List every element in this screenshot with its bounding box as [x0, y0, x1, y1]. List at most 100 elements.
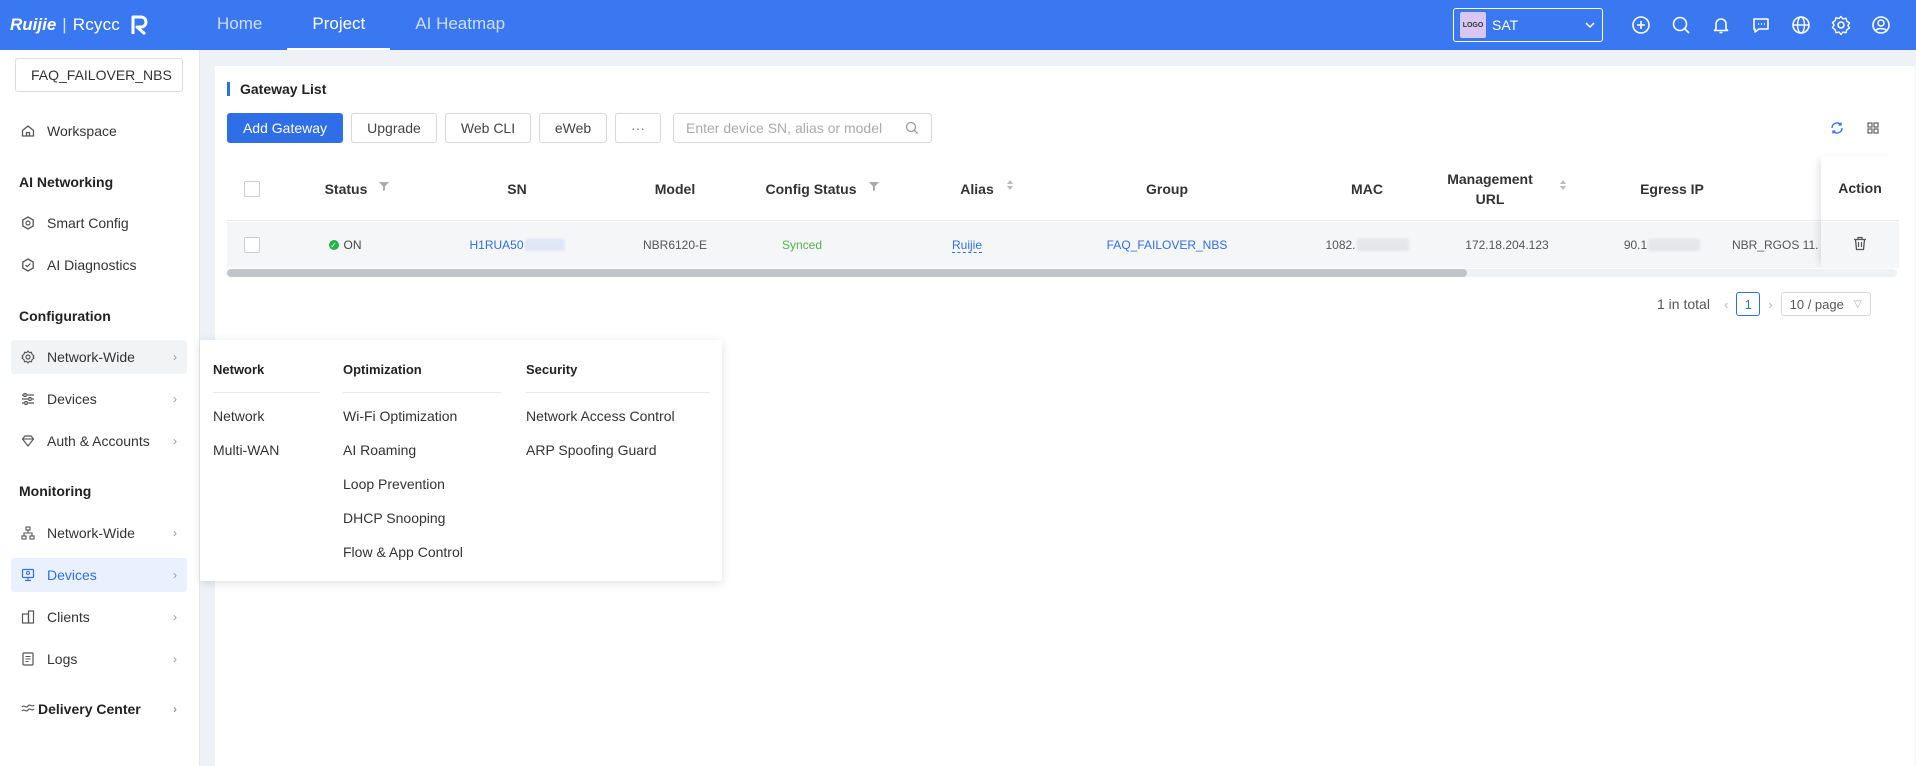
- column-action: Action: [1821, 156, 1899, 221]
- column-model: Model: [654, 180, 696, 197]
- bell-icon[interactable]: [1708, 12, 1734, 38]
- tab-ai-heatmap[interactable]: AI Heatmap: [390, 0, 530, 50]
- total-count: 1 in total: [1657, 296, 1710, 312]
- filter-icon[interactable]: [868, 179, 879, 199]
- project-select-value: SAT: [1492, 17, 1519, 33]
- delivery-icon: [20, 701, 36, 717]
- add-circle-icon[interactable]: [1628, 12, 1654, 38]
- horizontal-scrollbar[interactable]: [227, 269, 1897, 277]
- refresh-icon[interactable]: [1827, 118, 1847, 138]
- clients-icon: [20, 609, 36, 625]
- chevron-left-icon[interactable]: ‹: [1724, 297, 1728, 312]
- alias-cell[interactable]: Ruijie: [907, 222, 1027, 268]
- add-gateway-button[interactable]: Add Gateway: [227, 113, 343, 143]
- sidebar-item-label: Clients: [47, 609, 90, 625]
- column-management-url[interactable]: Management URL: [1442, 156, 1572, 221]
- sidebar-item-label: Logs: [47, 651, 78, 667]
- sidebar-item-smart-config[interactable]: Smart Config: [11, 206, 187, 240]
- table-row[interactable]: ✓ ON H1RUA50 NBR6120-E Synced Ruijie FAQ…: [227, 222, 1897, 268]
- submenu-item-multi-wan[interactable]: Multi-WAN: [213, 442, 279, 458]
- tab-project[interactable]: Project: [287, 0, 391, 50]
- sidebar-item-monitor-devices[interactable]: Devices ›: [11, 558, 187, 592]
- sidebar-item-label: AI Diagnostics: [47, 257, 137, 273]
- sidebar-item-clients[interactable]: Clients ›: [11, 600, 187, 634]
- page-size-select[interactable]: 10 / page ▽: [1780, 292, 1871, 316]
- diagnostics-icon: [20, 257, 36, 273]
- submenu-item-flow-app-control[interactable]: Flow & App Control: [343, 544, 463, 560]
- column-alias[interactable]: Alias: [927, 156, 1047, 221]
- gear-icon: [20, 349, 36, 365]
- sn-link[interactable]: H1RUA50: [457, 222, 577, 268]
- sort-icon[interactable]: [1006, 179, 1014, 199]
- project-name-field[interactable]: FAQ_FAILOVER_NBS: [15, 58, 183, 92]
- row-checkbox[interactable]: [237, 222, 267, 268]
- columns-settings-icon[interactable]: [1863, 118, 1883, 138]
- gear-icon[interactable]: [1828, 12, 1854, 38]
- chevron-right-icon: ›: [173, 434, 177, 448]
- submenu-item-network[interactable]: Network: [213, 408, 264, 424]
- sidebar-item-label: Devices: [47, 391, 97, 407]
- divider: [526, 392, 710, 393]
- brand-name: Ruijie: [10, 15, 57, 34]
- sidebar-item-monitor-network-wide[interactable]: Network-Wide ›: [11, 516, 187, 550]
- sidebar-item-delivery-center[interactable]: Delivery Center ›: [11, 692, 187, 726]
- page-title: Gateway List: [227, 82, 326, 96]
- sort-icon[interactable]: [1559, 179, 1567, 199]
- submenu-item-wifi-optimization[interactable]: Wi-Fi Optimization: [343, 408, 457, 424]
- sidebar-item-workspace[interactable]: Workspace: [11, 114, 187, 148]
- redacted-mask: [1356, 239, 1409, 251]
- eweb-button[interactable]: eWeb: [539, 113, 607, 143]
- search-icon[interactable]: [905, 121, 919, 138]
- chevron-down-icon: [1585, 22, 1595, 29]
- column-label: Status: [324, 180, 368, 197]
- pagination: 1 in total ‹ 1 › 10 / page ▽: [1657, 292, 1871, 316]
- sidebar-item-ai-diagnostics[interactable]: AI Diagnostics: [11, 248, 187, 282]
- globe-icon[interactable]: [1788, 12, 1814, 38]
- sidebar-item-label: Network-Wide: [47, 525, 135, 541]
- select-all-checkbox[interactable]: [237, 156, 267, 221]
- web-cli-button[interactable]: Web CLI: [445, 113, 531, 143]
- sidebar-item-label: Delivery Center: [38, 701, 141, 717]
- more-button[interactable]: ···: [615, 113, 661, 143]
- sidebar-item-label: Smart Config: [47, 215, 129, 231]
- chevron-right-icon[interactable]: ›: [1768, 297, 1772, 312]
- mac-cell: 1082.: [1307, 222, 1427, 268]
- column-status[interactable]: Status: [297, 156, 417, 221]
- project-select[interactable]: LOGO SAT: [1453, 8, 1603, 42]
- scrollbar-thumb[interactable]: [227, 269, 1467, 277]
- top-nav: Home Project AI Heatmap: [192, 0, 530, 50]
- user-icon[interactable]: [1868, 12, 1894, 38]
- page-number-current[interactable]: 1: [1736, 292, 1761, 316]
- brand-logo[interactable]: Ruijie | Rcycc: [10, 0, 152, 50]
- submenu-item-arp-spoofing-guard[interactable]: ARP Spoofing Guard: [526, 442, 657, 458]
- chevron-right-icon: ›: [173, 652, 177, 666]
- smart-config-icon: [20, 215, 36, 231]
- alias-text: Ruijie: [951, 237, 982, 253]
- home-icon: [20, 123, 36, 139]
- group-link[interactable]: FAQ_FAILOVER_NBS: [1067, 222, 1267, 268]
- upgrade-button[interactable]: Upgrade: [351, 113, 437, 143]
- brand-separator: |: [62, 15, 67, 34]
- submenu-item-dhcp-snooping[interactable]: DHCP Snooping: [343, 510, 445, 526]
- submenu-header-network: Network: [213, 362, 265, 377]
- search-icon[interactable]: [1668, 12, 1694, 38]
- submenu-item-ai-roaming[interactable]: AI Roaming: [343, 442, 416, 458]
- submenu-item-loop-prevention[interactable]: Loop Prevention: [343, 476, 445, 492]
- filter-icon[interactable]: [379, 179, 390, 199]
- sidebar-item-label: Auth & Accounts: [47, 433, 150, 449]
- chevron-right-icon: ›: [173, 392, 177, 406]
- sidebar-item-config-devices[interactable]: Devices ›: [11, 382, 187, 416]
- sidebar-item-config-network-wide[interactable]: Network-Wide ›: [11, 340, 187, 374]
- search-input[interactable]: [673, 113, 932, 143]
- redacted-mask: [1648, 239, 1701, 251]
- column-config-status[interactable]: Config Status: [742, 156, 902, 221]
- sidebar-item-logs[interactable]: Logs ›: [11, 642, 187, 676]
- submenu-item-network-access-control[interactable]: Network Access Control: [526, 408, 675, 424]
- delete-icon[interactable]: [1853, 236, 1867, 254]
- sidebar-item-auth-accounts[interactable]: Auth & Accounts ›: [11, 424, 187, 458]
- message-icon[interactable]: [1748, 12, 1774, 38]
- tab-home[interactable]: Home: [192, 0, 287, 50]
- column-group: Group: [1146, 180, 1188, 197]
- management-url-cell: 172.18.204.123: [1465, 238, 1549, 252]
- brand-mark-icon: [131, 15, 148, 36]
